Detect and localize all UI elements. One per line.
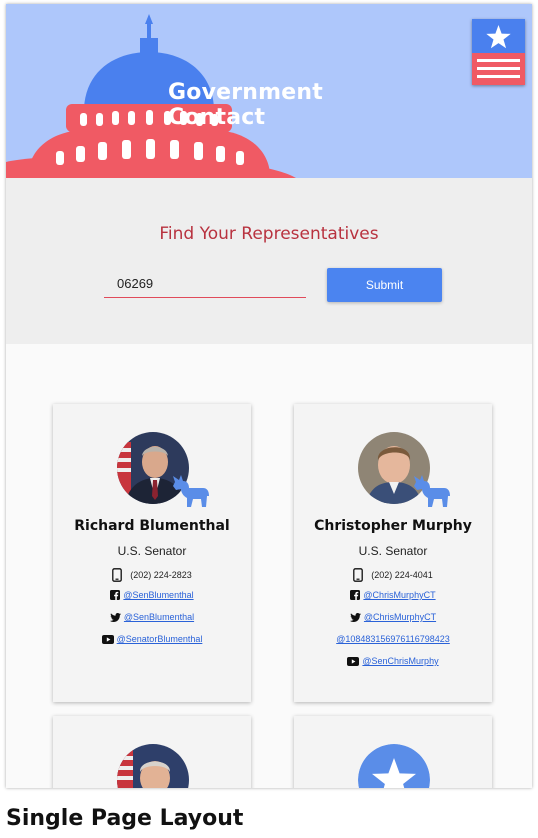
- donkey-icon: [173, 475, 209, 507]
- placeholder-star-icon: [358, 744, 430, 788]
- representative-name: Christopher Murphy: [314, 518, 472, 534]
- facebook-icon: [110, 590, 121, 600]
- youtube-link[interactable]: @SenatorBlumenthal: [117, 634, 203, 644]
- youtube-icon: [347, 656, 360, 666]
- zip-code-input[interactable]: [104, 270, 306, 298]
- phone-icon: [112, 568, 123, 582]
- representative-office: U.S. Senator: [117, 544, 187, 558]
- twitter-icon: [109, 612, 121, 622]
- facebook-link[interactable]: @SenBlumenthal: [123, 590, 193, 600]
- phone-number: (202) 224-4041: [371, 570, 433, 580]
- representative-card: Christopher Murphy U.S. Senator (202) 22…: [294, 404, 492, 702]
- search-heading: Find Your Representatives: [159, 224, 379, 244]
- facebook-icon: [350, 590, 361, 600]
- twitter-row: @SenBlumenthal: [53, 612, 251, 622]
- avatar: [117, 744, 189, 788]
- twitter-link[interactable]: @ChrisMurphyCT: [364, 612, 436, 622]
- profile-id-row: @108483156976116798423: [294, 634, 492, 644]
- twitter-link[interactable]: @SenBlumenthal: [124, 612, 194, 622]
- youtube-row: @SenatorBlumenthal: [53, 634, 251, 644]
- search-section: Find Your Representatives Submit: [6, 178, 532, 344]
- facebook-row: @ChrisMurphyCT: [294, 590, 492, 600]
- phone-row: (202) 224-2823: [53, 568, 251, 582]
- facebook-link[interactable]: @ChrisMurphyCT: [363, 590, 435, 600]
- app-frame: Government Contact Find Your Representat…: [6, 4, 532, 788]
- flag-star-icon[interactable]: [472, 19, 525, 85]
- youtube-row: @SenChrisMurphy: [294, 656, 492, 666]
- phone-number: (202) 224-2823: [130, 570, 192, 580]
- representative-card: Richard Blumenthal U.S. Senator (202) 22…: [53, 404, 251, 702]
- header-banner: Government Contact: [6, 4, 532, 178]
- representatives-list: Richard Blumenthal U.S. Senator (202) 22…: [6, 344, 532, 788]
- phone-icon: [353, 568, 364, 582]
- youtube-link[interactable]: @SenChrisMurphy: [362, 656, 438, 666]
- submit-button[interactable]: Submit: [327, 268, 442, 302]
- phone-row: (202) 224-4041: [294, 568, 492, 582]
- page-title: Government Contact: [168, 80, 323, 130]
- representative-card: [294, 716, 492, 788]
- facebook-row: @SenBlumenthal: [53, 590, 251, 600]
- twitter-icon: [349, 612, 361, 622]
- layout-caption: Single Page Layout: [6, 806, 244, 831]
- representative-card: [53, 716, 251, 788]
- representative-name: Richard Blumenthal: [74, 518, 230, 534]
- twitter-row: @ChrisMurphyCT: [294, 612, 492, 622]
- profile-id-link[interactable]: @108483156976116798423: [336, 634, 450, 644]
- youtube-icon: [101, 634, 114, 644]
- donkey-icon: [414, 475, 450, 507]
- representative-office: U.S. Senator: [358, 544, 428, 558]
